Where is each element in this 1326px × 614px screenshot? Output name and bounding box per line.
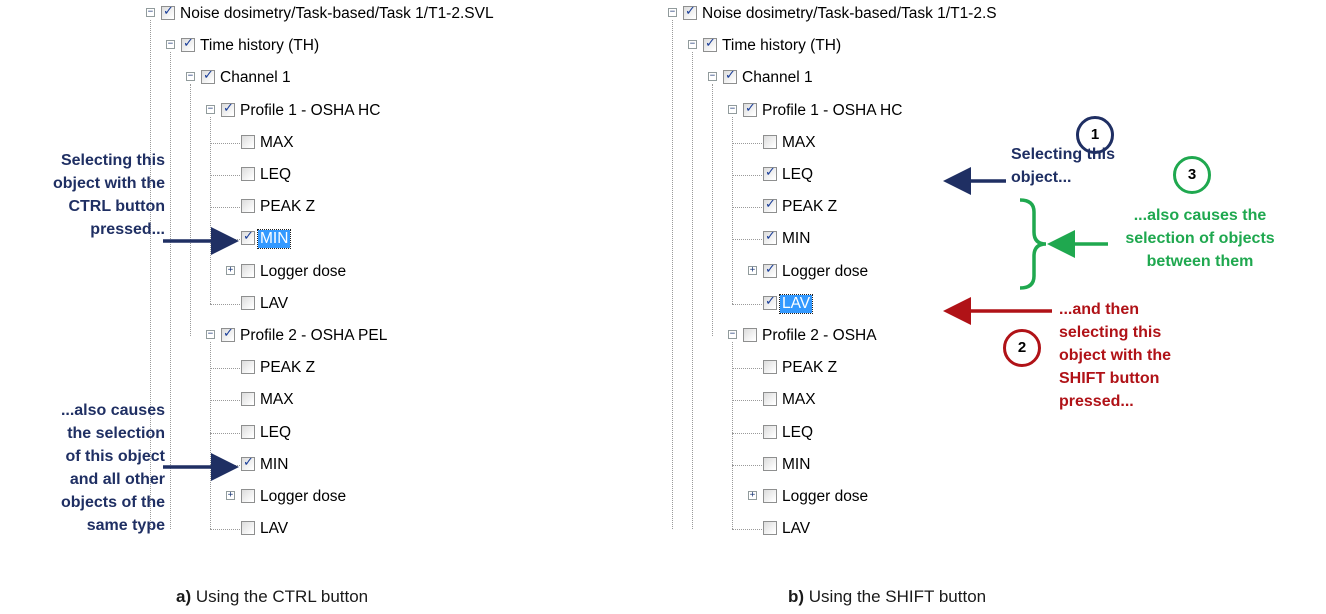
range-brace — [1019, 198, 1047, 290]
annotation-arrows — [163, 167, 1108, 481]
caption-a-letter: a) — [176, 587, 192, 606]
caption-b: b) Using the SHIFT button — [788, 587, 986, 607]
caption-b-letter: b) — [788, 587, 805, 606]
caption-a-text: Using the CTRL button — [191, 587, 369, 606]
caption-b-text: Using the SHIFT button — [804, 587, 987, 606]
caption-a: a) Using the CTRL button — [176, 587, 368, 607]
